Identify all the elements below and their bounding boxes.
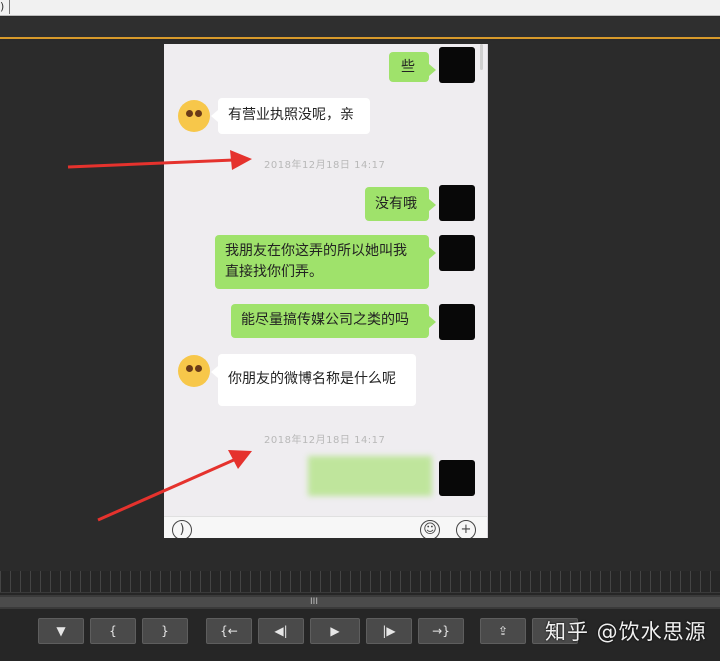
marker-icon: ▼	[56, 624, 66, 638]
zhihu-watermark: 知乎 @饮水思源	[545, 620, 707, 644]
add-marker-button[interactable]: ▼	[38, 618, 84, 644]
time-ruler[interactable]	[0, 571, 720, 593]
scrollbar-thumb[interactable]	[0, 597, 720, 607]
window-tab-label: )	[0, 0, 5, 13]
go-to-out-icon: →}	[432, 624, 450, 638]
step-back-icon: ◀|	[274, 624, 288, 638]
lift-icon: ⇪	[497, 624, 509, 638]
transport-panel: III ▼ { } {← ◀| ▶ |▶ →} ⇪ ⇫ 知乎 @饮水思源	[0, 571, 720, 661]
scrollbar-grip-icon[interactable]: III	[308, 595, 320, 609]
annotation-arrows	[67, 150, 252, 522]
red-arrow-icon	[67, 150, 252, 170]
play-icon: ▶	[330, 624, 340, 638]
go-to-out-button[interactable]: →}	[418, 618, 464, 644]
mark-out-icon: }	[161, 624, 169, 638]
panel-header	[0, 17, 720, 39]
play-button[interactable]: ▶	[310, 618, 360, 644]
window-tab[interactable]: )	[0, 0, 10, 14]
step-back-button[interactable]: ◀|	[258, 618, 304, 644]
go-to-in-button[interactable]: {←	[206, 618, 252, 644]
step-forward-icon: |▶	[382, 624, 396, 638]
mark-in-button[interactable]: {	[90, 618, 136, 644]
red-arrow-icon	[97, 450, 252, 522]
step-forward-button[interactable]: |▶	[366, 618, 412, 644]
go-to-in-icon: {←	[220, 624, 238, 638]
lift-button[interactable]: ⇪	[480, 618, 526, 644]
zoom-scrollbar[interactable]: III	[0, 595, 720, 609]
window-top-bar: )	[0, 0, 720, 16]
program-monitor: 些 有营业执照没呢，亲 2018年12月18日 14:17 没有哦 我朋友在你这…	[0, 41, 720, 571]
mark-out-button[interactable]: }	[142, 618, 188, 644]
mark-in-icon: {	[109, 624, 117, 638]
